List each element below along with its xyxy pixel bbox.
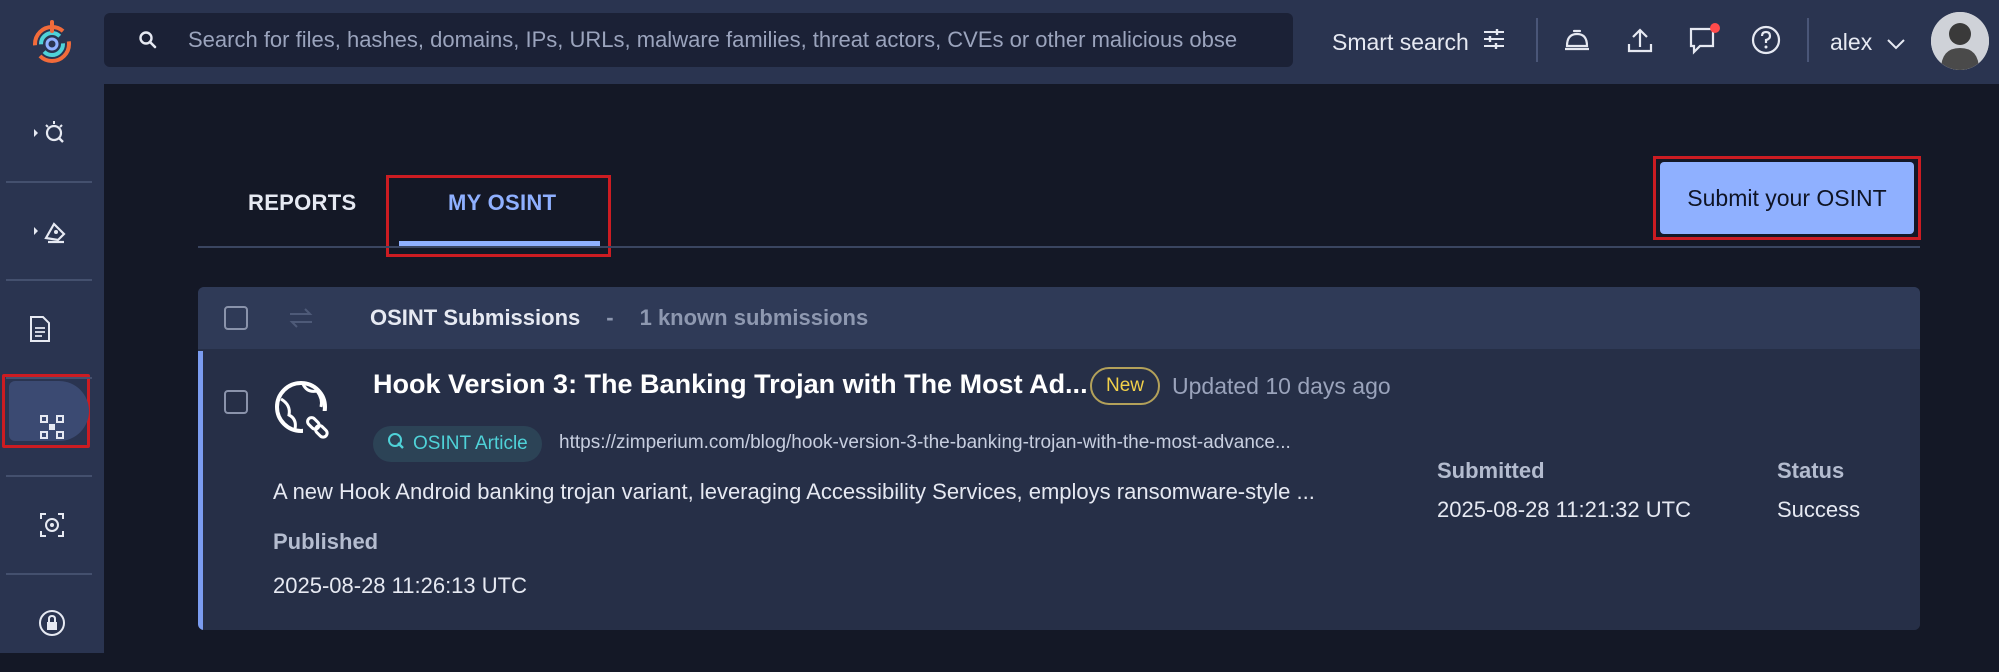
published-label: Published <box>273 529 379 554</box>
document-icon <box>30 316 50 342</box>
header-separator: - <box>606 305 614 330</box>
item-description: A new Hook Android banking trojan varian… <box>273 479 1315 504</box>
globe-link-icon <box>273 377 339 448</box>
select-all-checkbox[interactable] <box>224 306 248 330</box>
divider <box>1536 18 1538 62</box>
chat-icon[interactable] <box>1684 20 1724 60</box>
status-value: Success <box>1777 497 1861 522</box>
osint-submissions-panel: OSINT Submissions - 1 known submissions … <box>198 287 1920 630</box>
new-badge: New <box>1090 367 1161 405</box>
updated-text: Updated 10 days ago <box>1172 373 1391 399</box>
tab-underline <box>198 246 1920 248</box>
item-url[interactable]: https://zimperium.com/blog/hook-version-… <box>559 432 1291 454</box>
smart-search-label: Smart search <box>1332 28 1469 55</box>
search-input[interactable] <box>188 27 1288 53</box>
app-logo-icon[interactable] <box>0 0 104 84</box>
smart-search-button[interactable]: Smart search <box>1332 22 1507 62</box>
sidebar <box>0 84 104 653</box>
list-item[interactable]: Hook Version 3: The Banking Trojan with … <box>198 351 1920 630</box>
sidebar-item-graph[interactable] <box>0 378 104 476</box>
published-value: 2025-08-28 11:26:13 UTC <box>273 573 527 598</box>
submission-count: 1 known submissions <box>639 305 869 330</box>
lock-icon <box>39 610 65 636</box>
swap-icon[interactable] <box>286 306 316 330</box>
item-title[interactable]: Hook Version 3: The Banking Trojan with … <box>373 369 1088 400</box>
submitted-value: 2025-08-28 11:21:32 UTC <box>1437 497 1691 522</box>
sidebar-item-reports[interactable] <box>0 280 104 378</box>
graph-icon <box>40 415 64 439</box>
hunting-icon <box>34 222 66 244</box>
help-icon[interactable] <box>1746 20 1786 60</box>
search-bar <box>104 13 1293 67</box>
sidebar-item-threat-intel[interactable] <box>0 84 104 182</box>
user-menu[interactable]: alex <box>1830 22 1906 62</box>
user-name: alex <box>1830 28 1873 55</box>
tab-reports[interactable]: REPORTS <box>248 190 356 216</box>
panel-title: OSINT Submissions <box>370 305 581 330</box>
threat-search-icon <box>34 121 64 143</box>
submitted-label: Submitted <box>1437 458 1545 483</box>
submit-osint-button[interactable]: Submit your OSINT <box>1660 162 1914 234</box>
avatar[interactable] <box>1931 12 1989 70</box>
sidebar-item-monitor[interactable] <box>0 476 104 574</box>
chevron-down-icon <box>1886 29 1906 56</box>
sidebar-item-hunting[interactable] <box>0 182 104 280</box>
status-label: Status <box>1777 458 1845 483</box>
sliders-icon <box>1481 26 1507 58</box>
panel-header: OSINT Submissions - 1 known submissions <box>198 287 1920 349</box>
sidebar-item-private[interactable] <box>0 574 104 672</box>
osint-article-tag: OSINT Article <box>373 426 542 462</box>
row-checkbox[interactable] <box>224 390 248 414</box>
submit-highlight-box: Submit your OSINT <box>1653 156 1921 240</box>
divider <box>1807 18 1809 62</box>
upload-icon[interactable] <box>1620 20 1660 60</box>
bell-icon[interactable] <box>1557 20 1597 60</box>
tab-highlight-box <box>386 175 611 257</box>
monitor-icon <box>40 513 64 537</box>
article-icon <box>387 432 405 456</box>
search-icon <box>138 30 168 50</box>
tag-label: OSINT Article <box>413 433 528 454</box>
